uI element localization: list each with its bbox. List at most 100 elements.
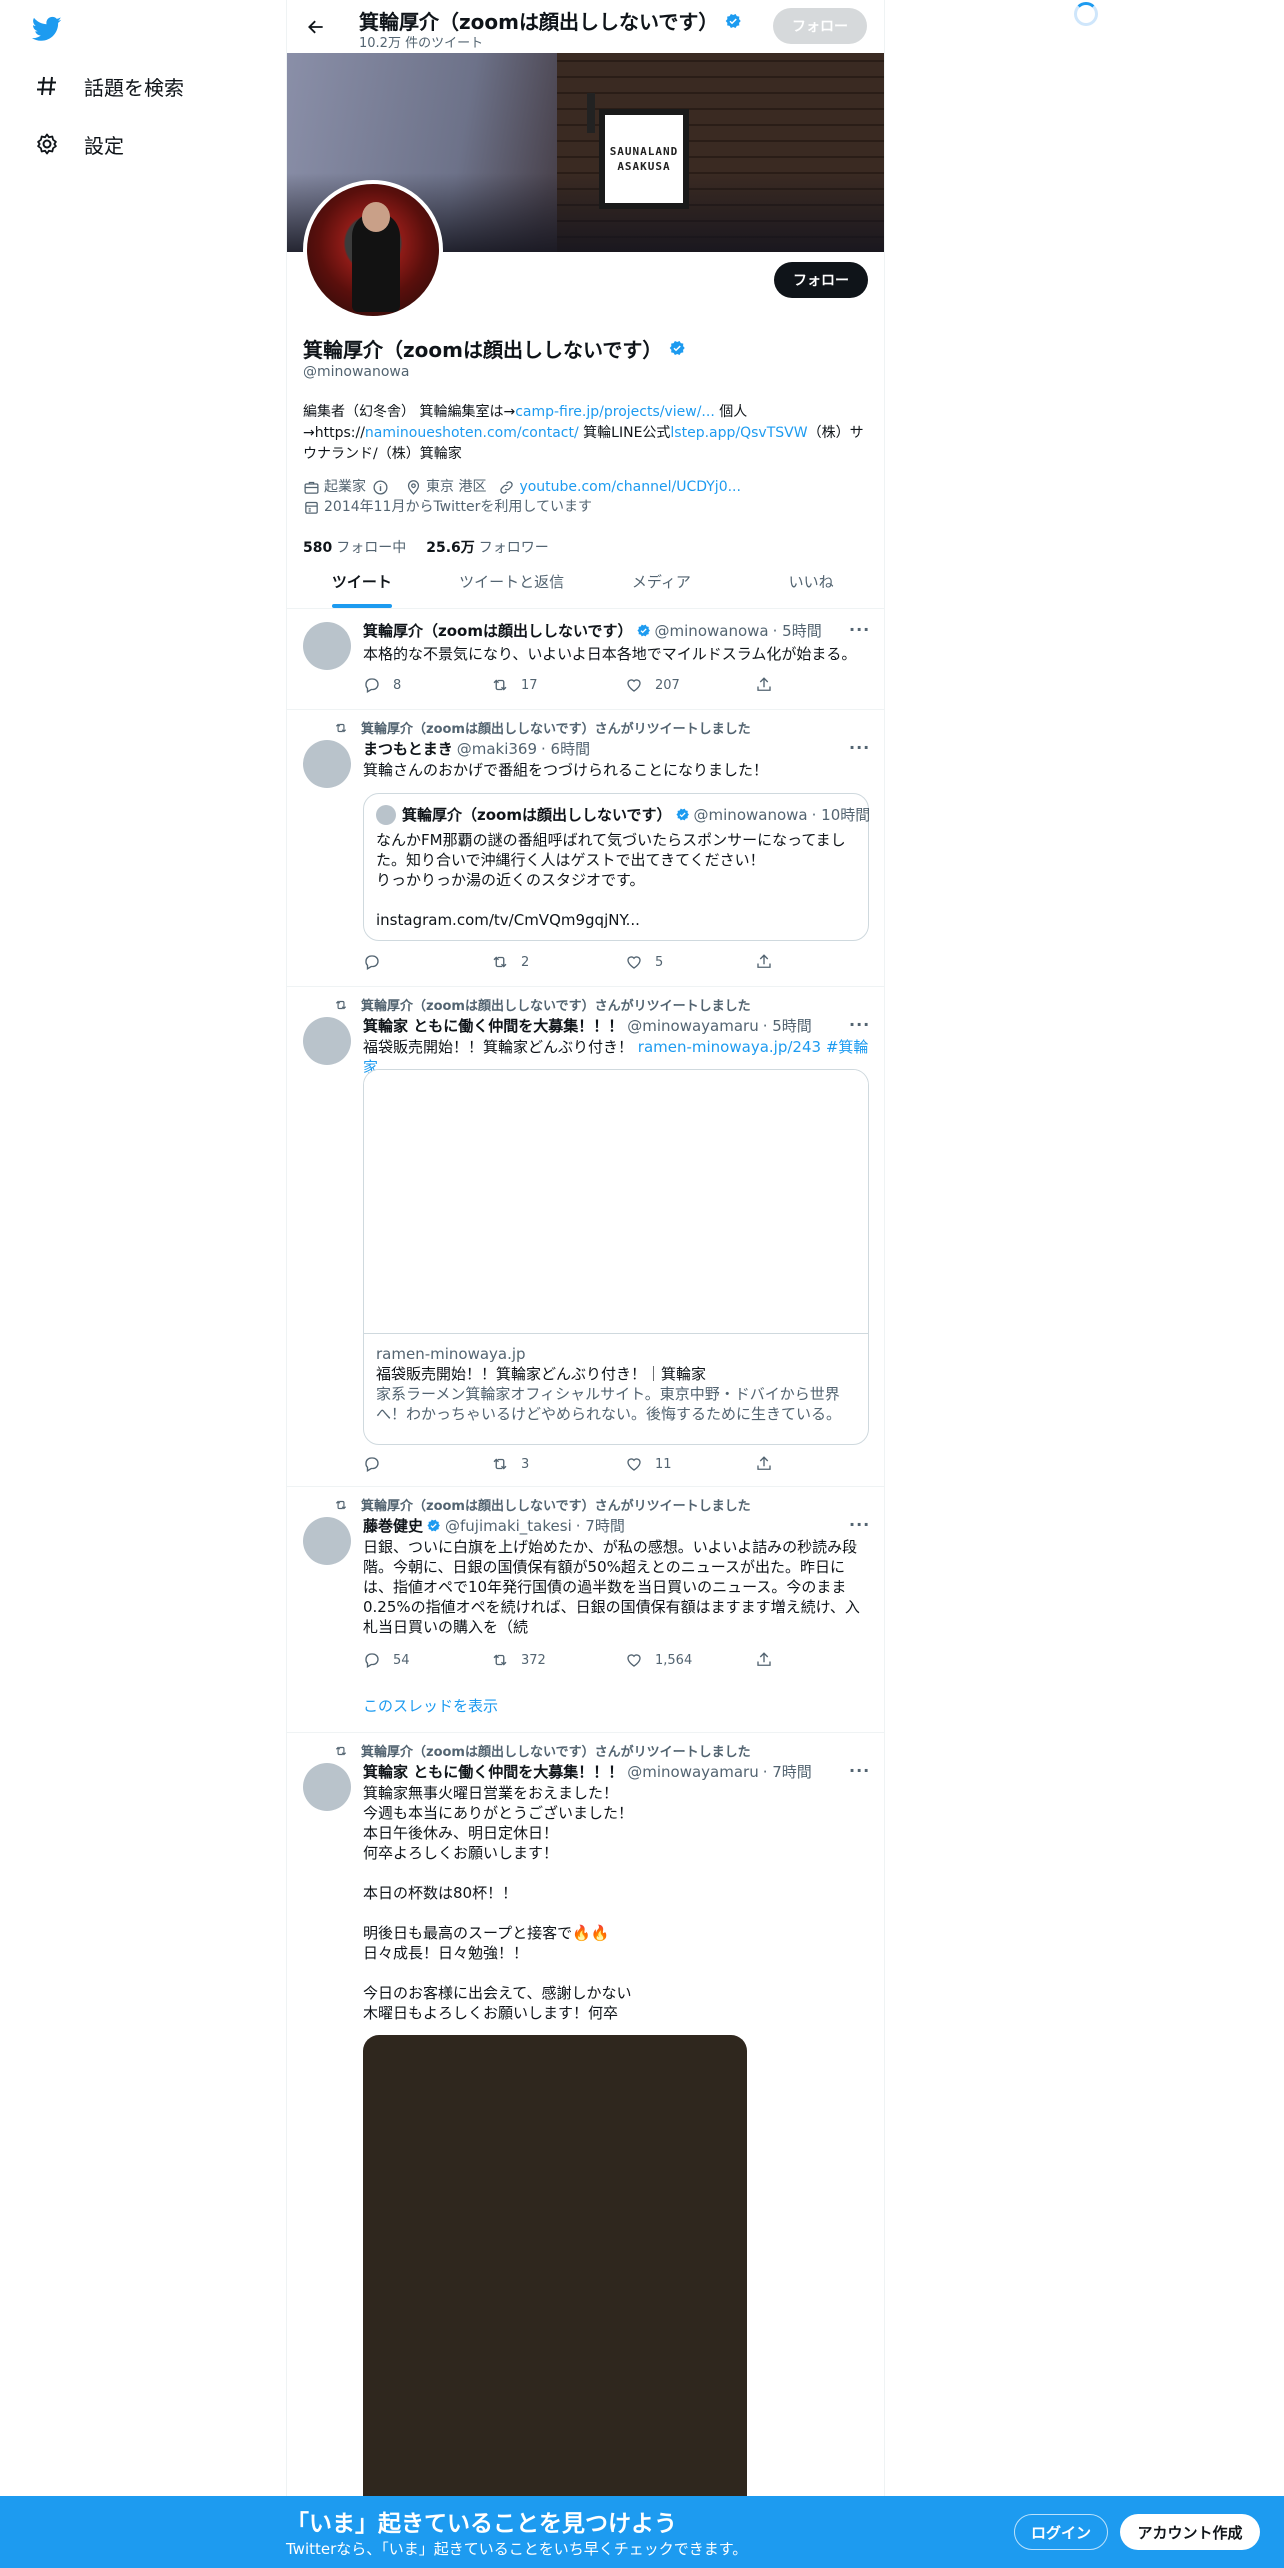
avatar[interactable] — [303, 622, 351, 670]
tweet-media-image[interactable] — [363, 2035, 747, 2555]
tweet-header: 箕輪厚介（zoomは顔出ししないです） @minowanowa · 5時間 — [363, 620, 853, 641]
more-options-icon[interactable]: ··· — [849, 738, 870, 757]
verified-badge-icon — [675, 808, 689, 821]
avatar[interactable] — [303, 1517, 351, 1565]
retweet-icon — [335, 723, 347, 732]
link-card[interactable]: ramen-minowaya.jp 福袋販売開始！！箕輪家どんぶり付き！｜箕輪家… — [363, 1069, 869, 1445]
tab-tweets[interactable]: ツイート — [287, 554, 437, 608]
tweet[interactable]: 箕輪厚介（zoomは顔出ししないです）さんがリツイートしました 箕輪家 ともに働… — [287, 1733, 884, 2555]
share-button[interactable] — [755, 676, 785, 694]
retweet-button[interactable]: 17 — [491, 676, 538, 694]
tweet-time[interactable]: · 5時間 — [773, 620, 822, 641]
tweet-time[interactable]: · 6時間 — [541, 738, 590, 759]
retweet-context-label[interactable]: 箕輪厚介（zoomは顔出ししないです）さんがリツイートしました — [361, 1741, 751, 1760]
retweet-context: 箕輪厚介（zoomは顔出ししないです）さんがリツイートしました — [333, 1495, 751, 1514]
bio-link-campfire[interactable]: camp-fire.jp/projects/view/... — [515, 404, 715, 420]
signup-banner-subline: Twitterなら、「いま」起きていることをいち早くチェックできます。 — [286, 2540, 748, 2558]
tab-likes[interactable]: いいね — [736, 554, 884, 608]
tweet-time[interactable]: · 7時間 — [763, 1761, 812, 1782]
tab-media[interactable]: メディア — [587, 554, 737, 608]
back-arrow-icon[interactable] — [301, 12, 331, 42]
follow-button[interactable]: フォロー — [774, 262, 868, 298]
tweet-author-name[interactable]: 箕輪厚介（zoomは顔出ししないです） — [363, 620, 633, 641]
login-button[interactable]: ログイン — [1014, 2514, 1108, 2550]
like-button[interactable]: 207 — [625, 676, 680, 694]
tweet[interactable]: 箕輪厚介（zoomは顔出ししないです） @minowanowa · 5時間 ··… — [287, 610, 884, 710]
signup-button[interactable]: アカウント作成 — [1120, 2514, 1260, 2550]
more-options-icon[interactable]: ··· — [849, 1015, 870, 1034]
profile-avatar[interactable] — [303, 180, 443, 320]
tweet-author-name[interactable]: まつもとまき — [363, 738, 453, 759]
tweet-author-handle[interactable]: @minowayamaru — [627, 1017, 758, 1035]
profile-handle: @minowanowa — [303, 364, 410, 380]
banner-sign-bracket — [587, 93, 595, 133]
avatar[interactable] — [303, 1763, 351, 1811]
profile-name-row: 箕輪厚介（zoomは顔出ししないです） — [303, 332, 871, 364]
quote-author-name: 箕輪厚介（zoomは顔出ししないです） — [402, 806, 672, 824]
tweet[interactable]: 箕輪厚介（zoomは顔出ししないです）さんがリツイートしました 箕輪家 ともに働… — [287, 987, 884, 1487]
reply-button[interactable] — [363, 953, 393, 971]
avatar[interactable] — [303, 740, 351, 788]
profile-joined-label: 2014年11月からTwitterを利用しています — [324, 499, 592, 515]
tweet-author-handle[interactable]: @minowayamaru — [627, 1763, 758, 1781]
profile-location: 東京 港区 — [405, 477, 486, 497]
quote-tweet[interactable]: 箕輪厚介（zoomは顔出ししないです） @minowanowa · 10時間 な… — [363, 793, 871, 941]
retweet-button[interactable]: 2 — [491, 953, 529, 971]
tweet-time[interactable]: · 7時間 — [576, 1515, 625, 1536]
retweet-context-label[interactable]: 箕輪厚介（zoomは顔出ししないです）さんがリツイートしました — [361, 1495, 751, 1514]
reply-icon — [365, 678, 379, 693]
profile-url[interactable]: youtube.com/channel/UCDYj0... — [498, 477, 741, 497]
left-sidebar: 話題を検索 設定 — [0, 0, 286, 2568]
quote-time: · 10時間 — [811, 806, 871, 824]
retweet-button[interactable]: 372 — [491, 1651, 546, 1669]
profile-url-link[interactable]: youtube.com/channel/UCDYj0... — [519, 477, 741, 497]
info-icon[interactable] — [372, 479, 389, 496]
reply-button[interactable]: 8 — [363, 676, 401, 694]
more-options-icon[interactable]: ··· — [849, 1761, 870, 1780]
like-button[interactable]: 11 — [625, 1455, 672, 1473]
reply-button[interactable] — [363, 1455, 393, 1473]
twitter-logo-icon[interactable] — [30, 14, 66, 44]
reply-count: 8 — [393, 677, 402, 693]
tweet-author-handle[interactable]: @minowanowa — [655, 622, 769, 640]
bio-link-line[interactable]: lstep.app/QsvTSVW — [670, 425, 807, 441]
like-button[interactable]: 1,564 — [625, 1651, 692, 1669]
tweet-author-name[interactable]: 藤巻健史 — [363, 1515, 423, 1536]
tweet-author-handle[interactable]: @maki369 — [457, 740, 537, 758]
share-button[interactable] — [755, 953, 785, 971]
retweet-button[interactable]: 3 — [491, 1455, 529, 1473]
retweet-context-label[interactable]: 箕輪厚介（zoomは顔出ししないです）さんがリツイートしました — [361, 718, 751, 737]
bio-link-contact[interactable]: naminoueshoten.com/contact/ — [365, 425, 579, 441]
nav-settings[interactable]: 設定 — [32, 124, 124, 164]
share-button[interactable] — [755, 1455, 785, 1473]
tweet-author-handle[interactable]: @fujimaki_takesi — [445, 1517, 572, 1535]
calendar-icon — [305, 501, 318, 514]
tweet-header: 箕輪家 ともに働く仲間を大募集！！！ @minowayamaru · 7時間 — [363, 1761, 853, 1782]
more-options-icon[interactable]: ··· — [849, 620, 870, 639]
tweet-author-name[interactable]: 箕輪家 ともに働く仲間を大募集！！！ — [363, 1761, 623, 1782]
share-button[interactable] — [755, 1651, 785, 1669]
tweet-author-name[interactable]: 箕輪家 ともに働く仲間を大募集！！！ — [363, 1015, 623, 1036]
reply-button[interactable]: 54 — [363, 1651, 410, 1669]
tweet[interactable]: 箕輪厚介（zoomは顔出ししないです）さんがリツイートしました まつもとまき @… — [287, 710, 884, 987]
verified-badge-icon — [726, 13, 742, 28]
tweet-link[interactable]: ramen-minowaya.jp/243 — [638, 1038, 821, 1056]
header-follow-button[interactable]: フォロー — [773, 8, 867, 44]
like-button[interactable]: 5 — [625, 953, 663, 971]
show-thread-link[interactable]: このスレッドを表示 — [363, 1695, 498, 1716]
tab-tweets-and-replies[interactable]: ツイートと返信 — [437, 554, 587, 608]
tweet[interactable]: 箕輪厚介（zoomは顔出ししないです）さんがリツイートしました 藤巻健史 @fu… — [287, 1487, 884, 1733]
avatar[interactable] — [303, 1017, 351, 1065]
nav-settings-label: 設定 — [84, 133, 124, 158]
tweet-time[interactable]: · 5時間 — [763, 1015, 812, 1036]
retweet-icon — [493, 1458, 507, 1470]
nav-explore[interactable]: 話題を検索 — [32, 66, 184, 106]
link-card-domain: ramen-minowaya.jp — [376, 1345, 526, 1363]
nav-explore-label: 話題を検索 — [84, 75, 184, 100]
reply-icon — [365, 1653, 379, 1668]
profile-tabs: ツイート ツイートと返信 メディア いいね — [287, 554, 884, 609]
more-options-icon[interactable]: ··· — [849, 1515, 870, 1534]
location-pin-icon — [407, 479, 420, 495]
heart-icon — [627, 1458, 641, 1471]
retweet-context-label[interactable]: 箕輪厚介（zoomは顔出ししないです）さんがリツイートしました — [361, 995, 751, 1014]
